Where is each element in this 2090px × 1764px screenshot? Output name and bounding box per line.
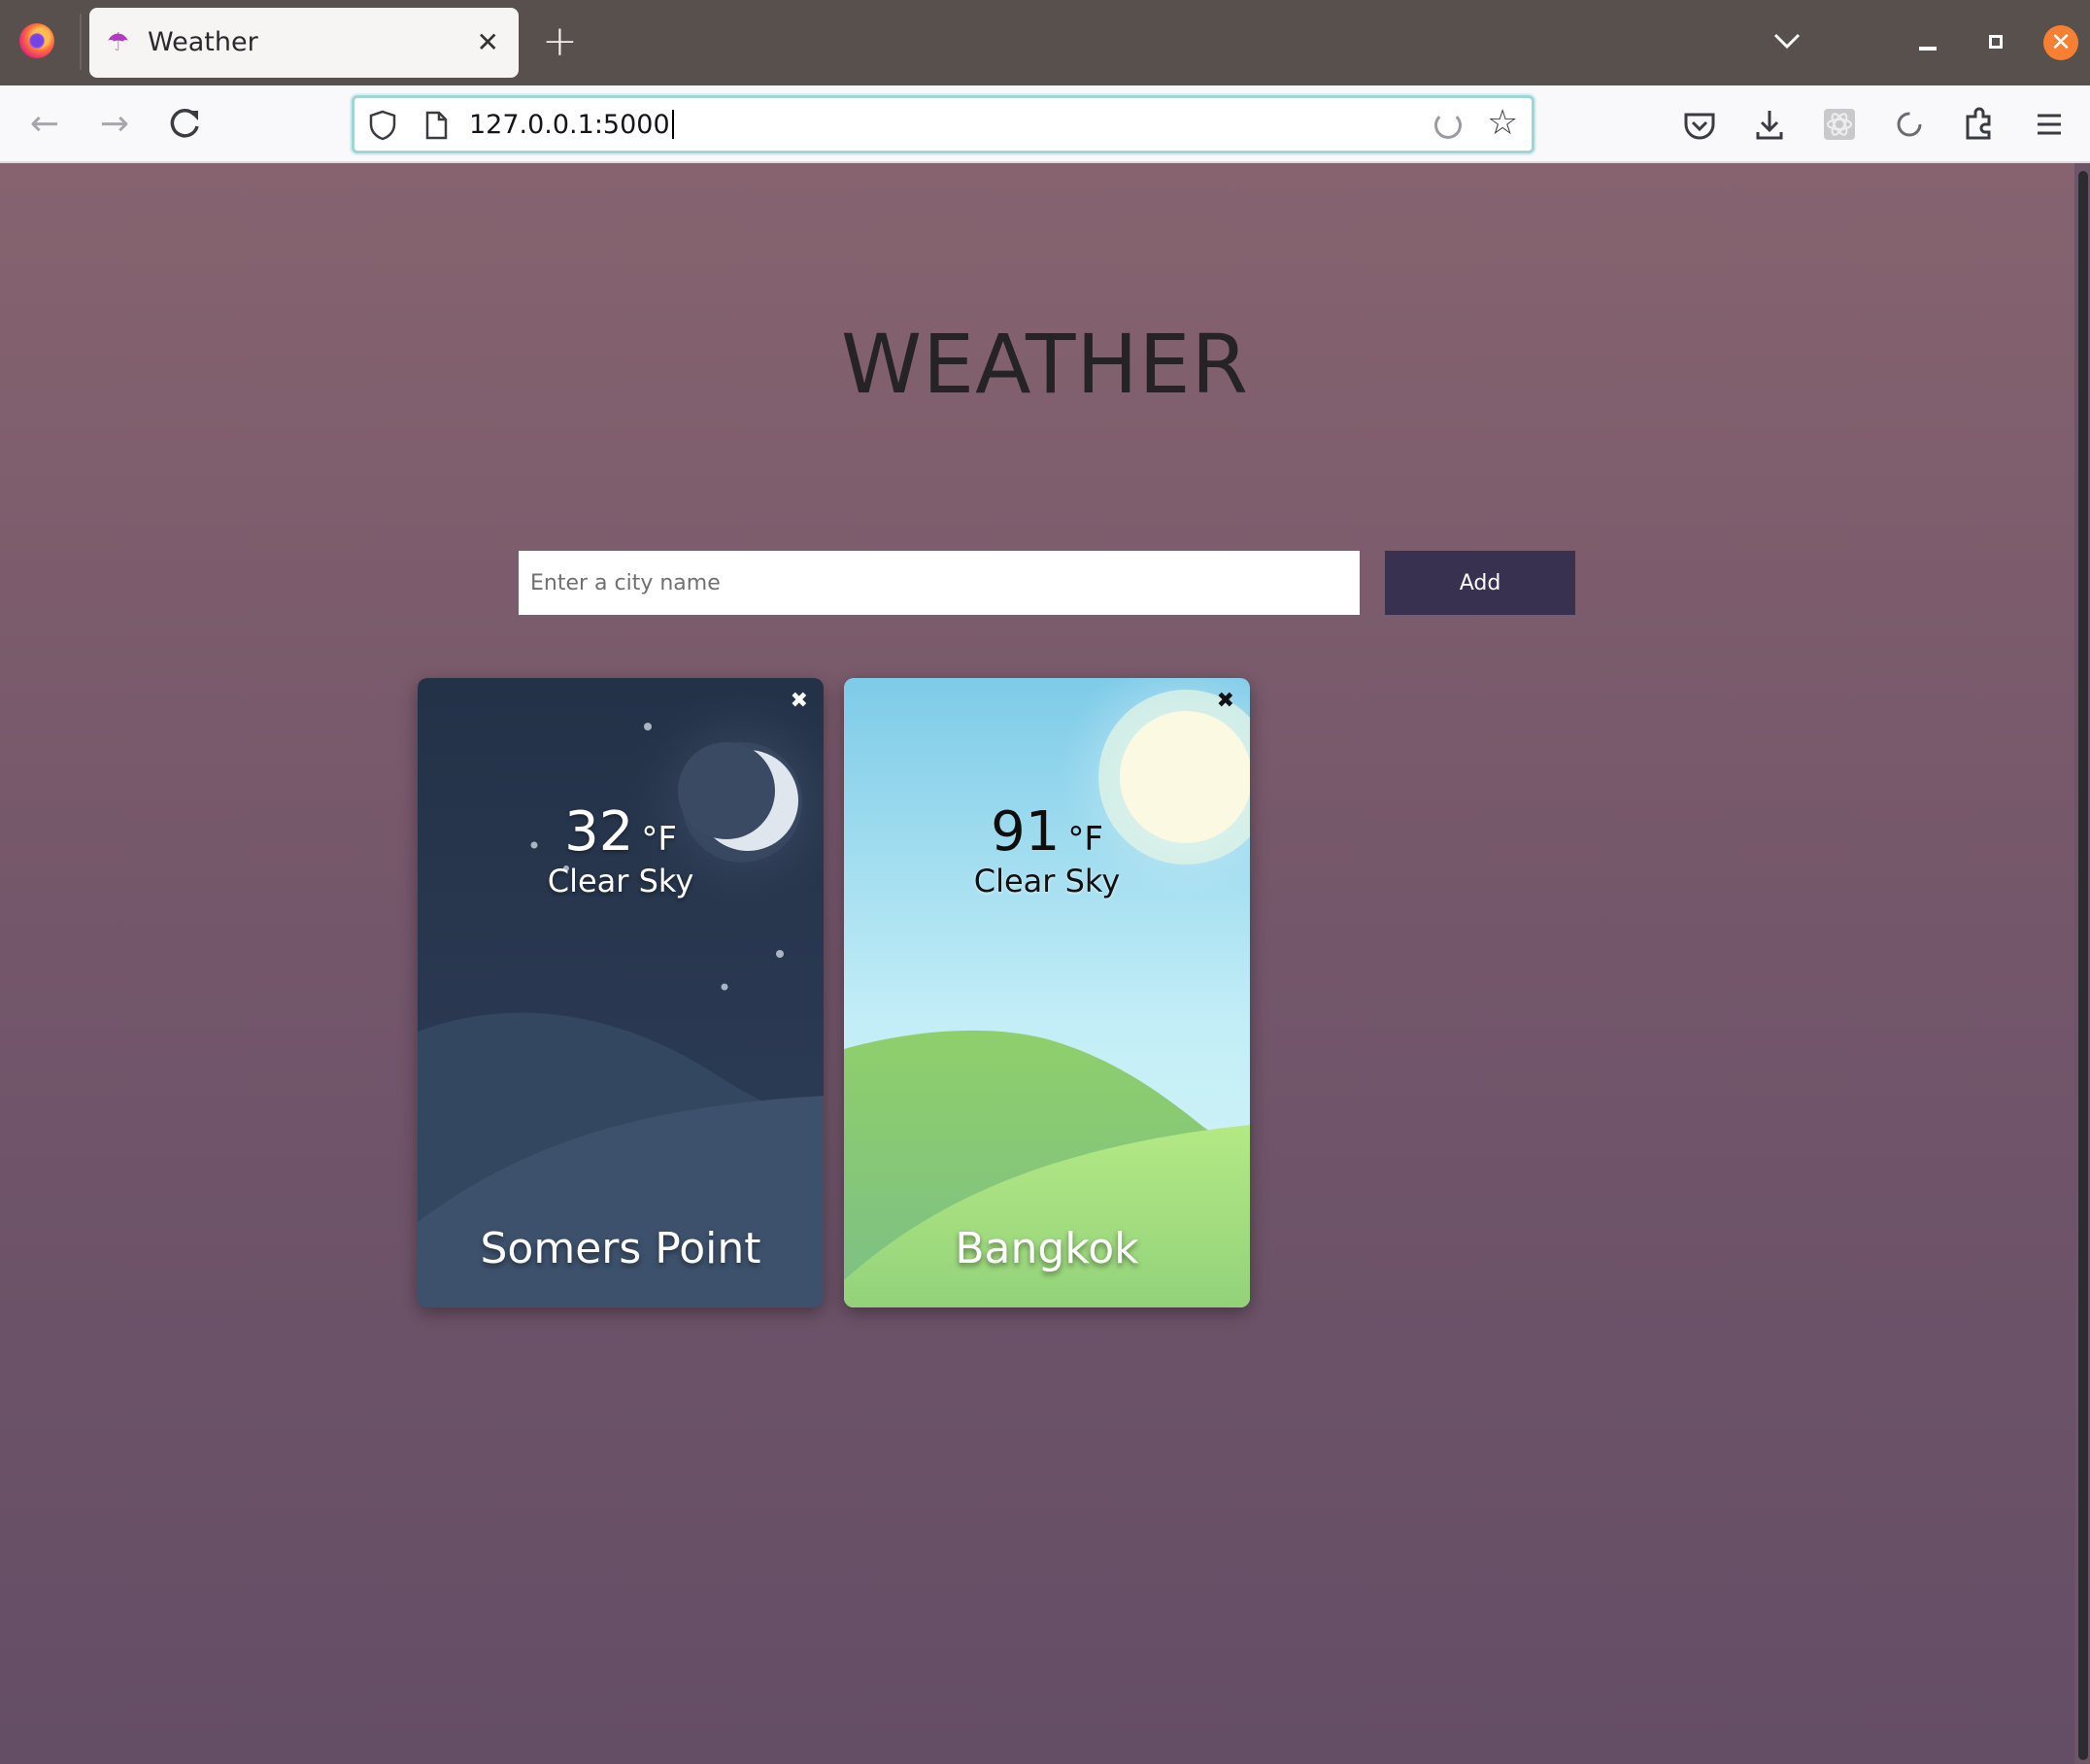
weather-card-somers-point: ✖ 32 °F Clear Sky Somers Point bbox=[418, 678, 824, 1307]
extensions-puzzle-icon[interactable] bbox=[1956, 101, 2003, 148]
new-tab-icon[interactable]: + bbox=[542, 17, 578, 66]
forward-arrow-icon[interactable]: → bbox=[93, 103, 136, 146]
chevron-down-icon[interactable] bbox=[1768, 21, 1806, 60]
firefox-logo-icon[interactable] bbox=[19, 23, 54, 58]
close-tab-icon[interactable]: ✕ bbox=[477, 23, 499, 62]
day-sky-illustration bbox=[844, 678, 1250, 1307]
page-info-icon[interactable] bbox=[422, 110, 450, 141]
night-sky-illustration bbox=[418, 678, 824, 1307]
back-arrow-icon[interactable]: ← bbox=[23, 103, 66, 146]
weather-description: Clear Sky bbox=[973, 863, 1121, 899]
page-title: WEATHER bbox=[841, 317, 1249, 412]
temperature-value: 91 °F bbox=[991, 800, 1103, 864]
city-search-input[interactable] bbox=[519, 551, 1360, 615]
scrollbar-thumb[interactable] bbox=[2078, 171, 2088, 1760]
minimize-window-icon[interactable] bbox=[1919, 47, 1937, 51]
weather-card-bangkok: ✖ 91 °F Clear Sky Bangkok bbox=[844, 678, 1250, 1307]
weather-description: Clear Sky bbox=[547, 863, 694, 899]
url-text[interactable]: 127.0.0.1:5000 bbox=[469, 110, 674, 140]
umbrella-icon: ☂ bbox=[107, 28, 130, 57]
temperature-value: 32 °F bbox=[564, 800, 677, 864]
navigation-toolbar: ← → 127.0.0.1:5000 ☆ bbox=[0, 85, 2090, 163]
browser-tab-weather[interactable]: ☂ Weather ✕ bbox=[89, 8, 519, 78]
loading-spinner-icon bbox=[1434, 112, 1462, 139]
city-name: Bangkok bbox=[955, 1224, 1139, 1273]
bookmark-star-icon[interactable]: ☆ bbox=[1487, 104, 1518, 143]
city-name: Somers Point bbox=[480, 1224, 761, 1273]
tab-title: Weather bbox=[148, 27, 258, 57]
reload-icon[interactable] bbox=[163, 103, 206, 146]
download-icon[interactable] bbox=[1746, 101, 1793, 148]
remove-card-icon[interactable]: ✖ bbox=[791, 688, 808, 715]
add-city-button[interactable]: Add bbox=[1385, 551, 1575, 615]
remove-card-icon[interactable]: ✖ bbox=[1217, 688, 1234, 715]
pocket-icon[interactable] bbox=[1676, 101, 1723, 148]
browser-tab-strip: ☂ Weather ✕ + ✕ bbox=[0, 0, 2090, 85]
address-bar[interactable]: 127.0.0.1:5000 ☆ bbox=[352, 95, 1534, 153]
page-scrollbar[interactable] bbox=[2074, 163, 2090, 1764]
close-window-icon[interactable]: ✕ bbox=[2043, 25, 2078, 60]
shield-icon[interactable] bbox=[368, 110, 397, 141]
tab-separator bbox=[80, 14, 82, 70]
maximize-window-icon[interactable] bbox=[1989, 35, 2003, 49]
react-devtools-icon[interactable] bbox=[1816, 101, 1863, 148]
extension-loading-icon[interactable] bbox=[1886, 101, 1933, 148]
weather-page: WEATHER Add bbox=[0, 163, 2090, 1764]
hamburger-menu-icon[interactable] bbox=[2026, 101, 2073, 148]
